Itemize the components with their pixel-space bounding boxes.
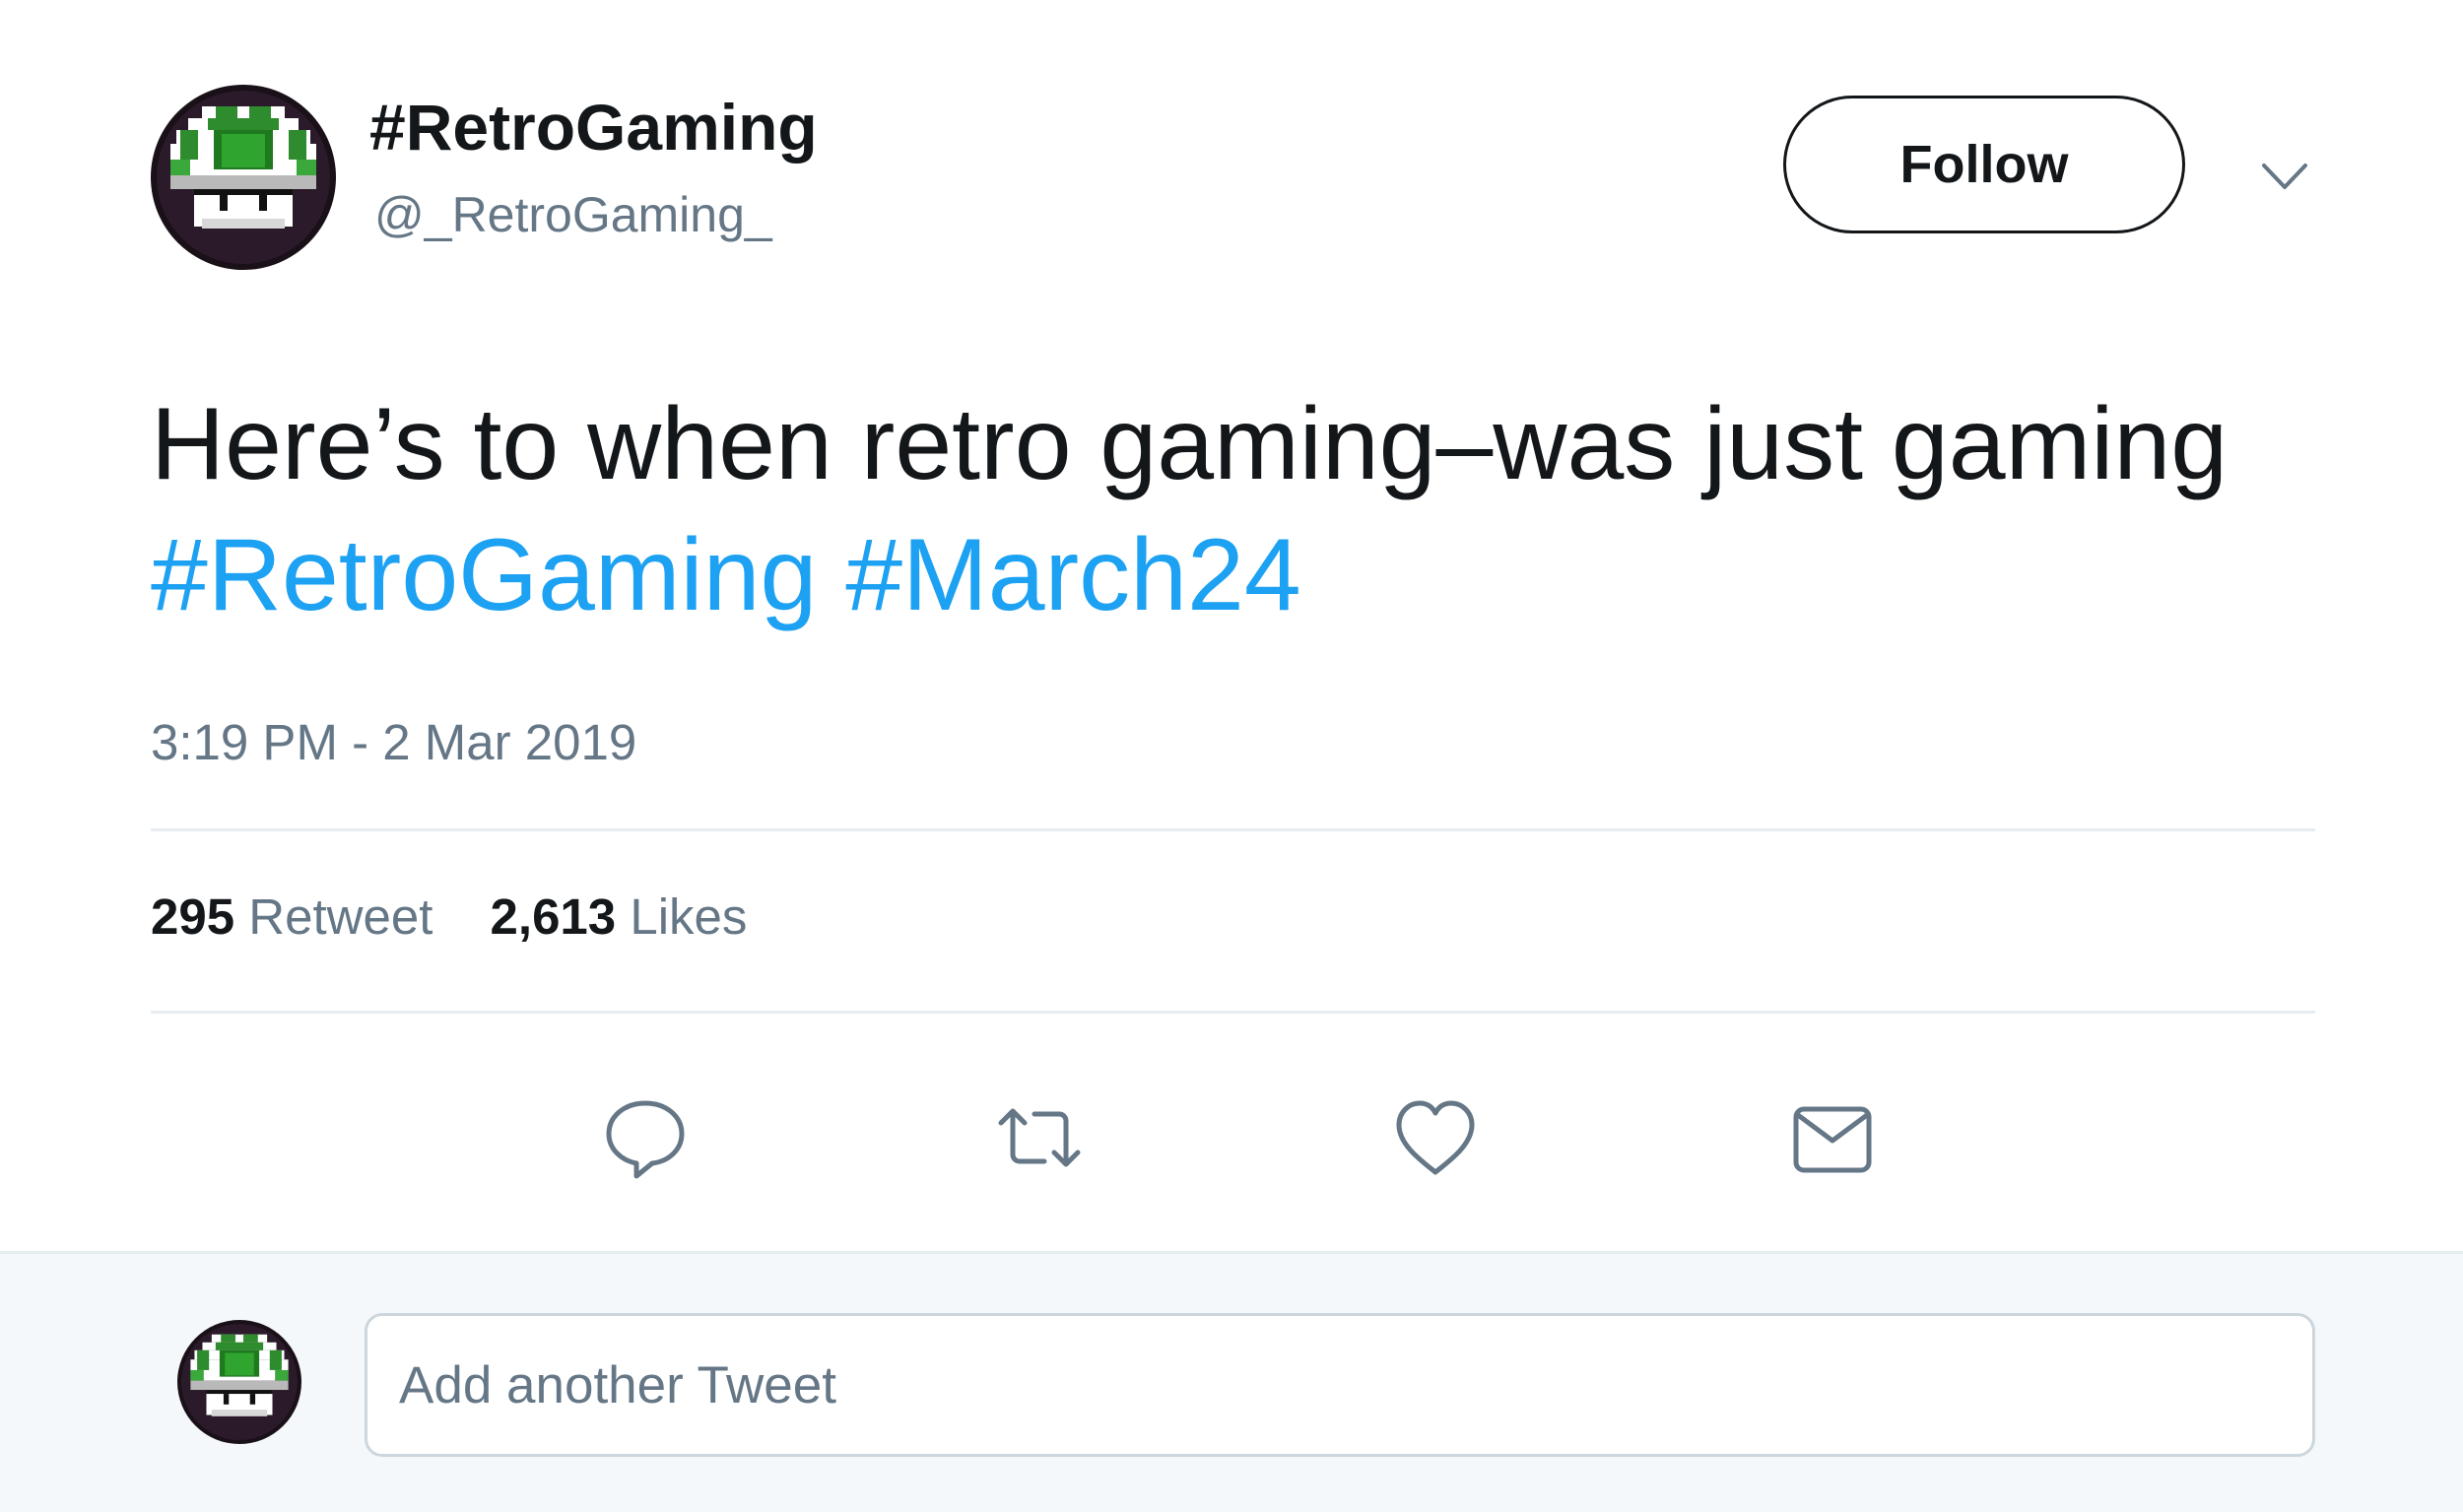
retweet-stat[interactable]: 295 Retweet — [151, 891, 433, 942]
hashtag-link[interactable]: #RetroGaming — [151, 518, 817, 632]
retweet-icon — [998, 1108, 1081, 1167]
like-button[interactable] — [1391, 1093, 1480, 1182]
reply-bubble-icon — [606, 1100, 685, 1179]
display-name[interactable]: #RetroGaming — [369, 95, 818, 160]
chevron-down-icon[interactable] — [2256, 148, 2313, 205]
retweet-button[interactable] — [995, 1093, 1084, 1182]
avatar[interactable] — [151, 85, 336, 270]
follow-button[interactable]: Follow — [1783, 96, 2185, 233]
tweet-stats: 295 Retweet 2,613 Likes — [151, 891, 790, 942]
avatar[interactable] — [177, 1320, 301, 1444]
direct-message-button[interactable] — [1788, 1093, 1877, 1182]
likes-stat[interactable]: 2,613 Likes — [491, 891, 748, 942]
tweet-text: Here’s to when retro gaming–was just gam… — [151, 379, 2367, 641]
tweet-timestamp[interactable]: 3:19 PM - 2 Mar 2019 — [151, 717, 636, 767]
likes-label: Likes — [630, 888, 748, 945]
reply-button[interactable] — [601, 1093, 690, 1182]
green-mushroom-icon — [177, 1320, 301, 1444]
retweet-count: 295 — [151, 888, 235, 945]
envelope-icon — [1793, 1106, 1872, 1173]
likes-count: 2,613 — [490, 888, 617, 945]
tweet-body: Here’s to when retro gaming–was just gam… — [151, 387, 2229, 501]
tweet-page: #RetroGaming @_RetroGaming_ Follow Here’… — [0, 0, 2463, 1512]
user-handle[interactable]: @_RetroGaming_ — [374, 190, 772, 239]
reply-input[interactable] — [365, 1313, 2315, 1457]
divider — [151, 1011, 2315, 1014]
retweet-label: Retweet — [248, 888, 433, 945]
green-mushroom-icon — [151, 85, 336, 270]
hashtag-link[interactable]: #March24 — [845, 518, 1300, 632]
heart-icon — [1396, 1100, 1475, 1175]
divider — [151, 828, 2315, 831]
